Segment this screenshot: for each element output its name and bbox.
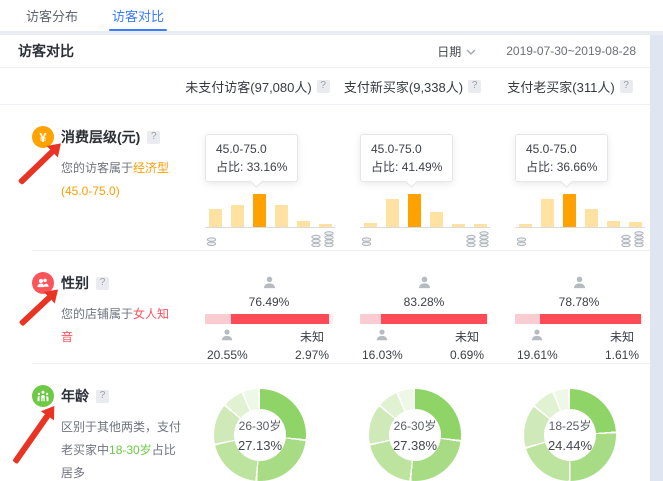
tooltip-share-value: 41.49% — [402, 160, 443, 174]
donut-center-percent: 27.13% — [238, 438, 282, 453]
unknown-label: 未知 — [455, 328, 479, 345]
column-header-repeat-buyers: 支付老买家(311人) ? — [490, 77, 650, 96]
gender-chart-unpaid-visitors[interactable]: 76.49% 20.55% 未知 2.97% — [180, 251, 335, 363]
female-percent: 76.49% — [249, 295, 290, 309]
donut-center-percent: 27.38% — [393, 438, 437, 453]
donut-center-label: 26-30岁 — [239, 417, 282, 434]
tooltip-range: 45.0-75.0 — [371, 140, 442, 158]
female-person-icon — [572, 275, 587, 293]
donut-center: 26-30岁 27.38% — [389, 409, 441, 461]
help-icon[interactable]: ? — [147, 131, 160, 144]
date-range-value[interactable]: 2019-07-30~2019-08-28 — [506, 44, 636, 58]
column-header-unpaid-visitors: 未支付访客(97,080人) ? — [180, 77, 335, 96]
male-person-icon — [220, 328, 234, 345]
coins-high-icon — [465, 231, 491, 252]
tab-visitor-distribution[interactable]: 访客分布 — [26, 0, 78, 31]
male-percent: 19.61% — [517, 348, 558, 362]
male-person-icon — [530, 328, 544, 345]
panel-header: 访客对比 日期 2019-07-30~2019-08-28 — [0, 35, 650, 67]
unknown-percent: 1.61% — [605, 348, 639, 362]
unknown-percent: 2.97% — [295, 348, 329, 362]
donut-center: 18-25岁 24.44% — [544, 409, 596, 461]
male-percent: 20.55% — [207, 348, 248, 362]
panel-title: 访客对比 — [18, 41, 74, 61]
gender-label-block: 性别 ? 您的店铺属于女人知音 — [0, 251, 180, 363]
column-header-label: 未支付访客(97,080人) — [185, 77, 311, 96]
donut-center-label: 18-25岁 — [549, 417, 592, 434]
donut-center-label: 26-30岁 — [394, 417, 437, 434]
gender-stacked-bar — [360, 314, 488, 324]
age-chart-unpaid-visitors[interactable]: 26-30岁 27.13% — [180, 364, 335, 481]
page-background-strip — [650, 35, 663, 481]
tooltip-share-label: 占比: — [526, 160, 553, 174]
page: 访客分布 访客对比 访客对比 日期 2019-07-30~2019-08-28 — [0, 0, 663, 481]
female-percent: 83.28% — [404, 295, 445, 309]
age-donut-chart: 18-25岁 24.44% — [524, 389, 616, 481]
coins-high-icon — [310, 231, 336, 252]
column-header-label: 支付老买家(311人) — [507, 77, 614, 96]
consume-bar-chart — [360, 191, 490, 228]
consume-chart-unpaid-visitors[interactable]: 45.0-75.0 占比: 33.16% — [180, 105, 335, 252]
top-tab-bar: 访客分布 访客对比 — [0, 0, 663, 31]
tooltip-range: 45.0-75.0 — [526, 140, 597, 158]
donut-center-percent: 24.44% — [548, 438, 592, 453]
row-description: 您的店铺属于女人知音 — [61, 303, 181, 349]
help-icon[interactable]: ? — [317, 80, 330, 93]
female-percent: 78.78% — [559, 295, 600, 309]
row-description: 区别于其他两类，支付老买家中18-30岁占比居多 — [61, 416, 181, 481]
row-consume-level: ¥ 消费层级(元) ? 您的访客属于经济型(45.0-75.0) 45.0-75… — [0, 105, 650, 250]
tooltip-caret — [560, 175, 573, 188]
age-donut-chart: 26-30岁 27.38% — [369, 389, 461, 481]
row-title: 消费层级(元) — [61, 127, 140, 147]
male-person-icon — [375, 328, 389, 345]
column-header-row: 未支付访客(97,080人) ? 支付新买家(9,338人) ? 支付老买家(3… — [0, 68, 650, 104]
consume-chart-repeat-buyers[interactable]: 45.0-75.0 占比: 36.66% — [490, 105, 650, 252]
row-description: 您的访客属于经济型(45.0-75.0) — [61, 157, 181, 203]
visitor-compare-panel: 访客对比 日期 2019-07-30~2019-08-28 未支付访客(97,0… — [0, 35, 650, 481]
age-chart-repeat-buyers[interactable]: 18-25岁 24.44% — [490, 364, 650, 481]
consume-bar-chart — [515, 191, 645, 228]
tooltip-caret — [250, 175, 263, 188]
unknown-percent: 0.69% — [450, 348, 484, 362]
tooltip-caret — [405, 175, 418, 188]
gender-stacked-bar — [515, 314, 643, 324]
unknown-label: 未知 — [610, 328, 634, 345]
gender-chart-new-buyers[interactable]: 83.28% 16.03% 未知 0.69% — [335, 251, 490, 363]
tooltip-share-label: 占比: — [216, 160, 243, 174]
gender-chart-repeat-buyers[interactable]: 78.78% 19.61% 未知 1.61% — [490, 251, 650, 363]
consume-bar-chart — [205, 191, 335, 228]
age-donut-chart: 26-30岁 27.13% — [214, 389, 306, 481]
date-dimension-dropdown[interactable]: 日期 — [437, 43, 476, 60]
female-person-icon — [262, 275, 277, 293]
unknown-label: 未知 — [300, 328, 324, 345]
help-icon[interactable]: ? — [620, 80, 633, 93]
date-dropdown-label: 日期 — [437, 43, 461, 60]
gender-stacked-bar — [205, 314, 333, 324]
chart-tooltip: 45.0-75.0 占比: 41.49% — [360, 134, 453, 182]
column-header-new-buyers: 支付新买家(9,338人) ? — [335, 77, 490, 96]
column-header-label: 支付新买家(9,338人) — [344, 77, 463, 96]
help-icon[interactable]: ? — [96, 277, 109, 290]
consume-chart-new-buyers[interactable]: 45.0-75.0 占比: 41.49% — [335, 105, 490, 252]
row-gender: 性别 ? 您的店铺属于女人知音 76.49% 20.55% — [0, 251, 650, 363]
tab-visitor-compare[interactable]: 访客对比 — [112, 0, 164, 31]
coins-high-icon — [620, 231, 646, 252]
age-chart-new-buyers[interactable]: 26-30岁 27.38% — [335, 364, 490, 481]
tooltip-share-value: 33.16% — [247, 160, 288, 174]
chevron-down-icon — [466, 44, 476, 58]
age-label-block: 年龄 ? 区别于其他两类，支付老买家中18-30岁占比居多 — [0, 364, 180, 481]
chart-tooltip: 45.0-75.0 占比: 36.66% — [515, 134, 608, 182]
female-person-icon — [417, 275, 432, 293]
donut-center: 26-30岁 27.13% — [234, 409, 286, 461]
tooltip-range: 45.0-75.0 — [216, 140, 287, 158]
tooltip-share-label: 占比: — [371, 160, 398, 174]
tooltip-share-value: 36.66% — [557, 160, 598, 174]
help-icon[interactable]: ? — [96, 390, 109, 403]
row-title: 性别 — [61, 273, 89, 293]
male-percent: 16.03% — [362, 348, 403, 362]
help-icon[interactable]: ? — [468, 80, 481, 93]
row-title: 年龄 — [61, 386, 89, 406]
row-age: 年龄 ? 区别于其他两类，支付老买家中18-30岁占比居多 26-30岁 27.… — [0, 364, 650, 481]
chart-tooltip: 45.0-75.0 占比: 33.16% — [205, 134, 298, 182]
